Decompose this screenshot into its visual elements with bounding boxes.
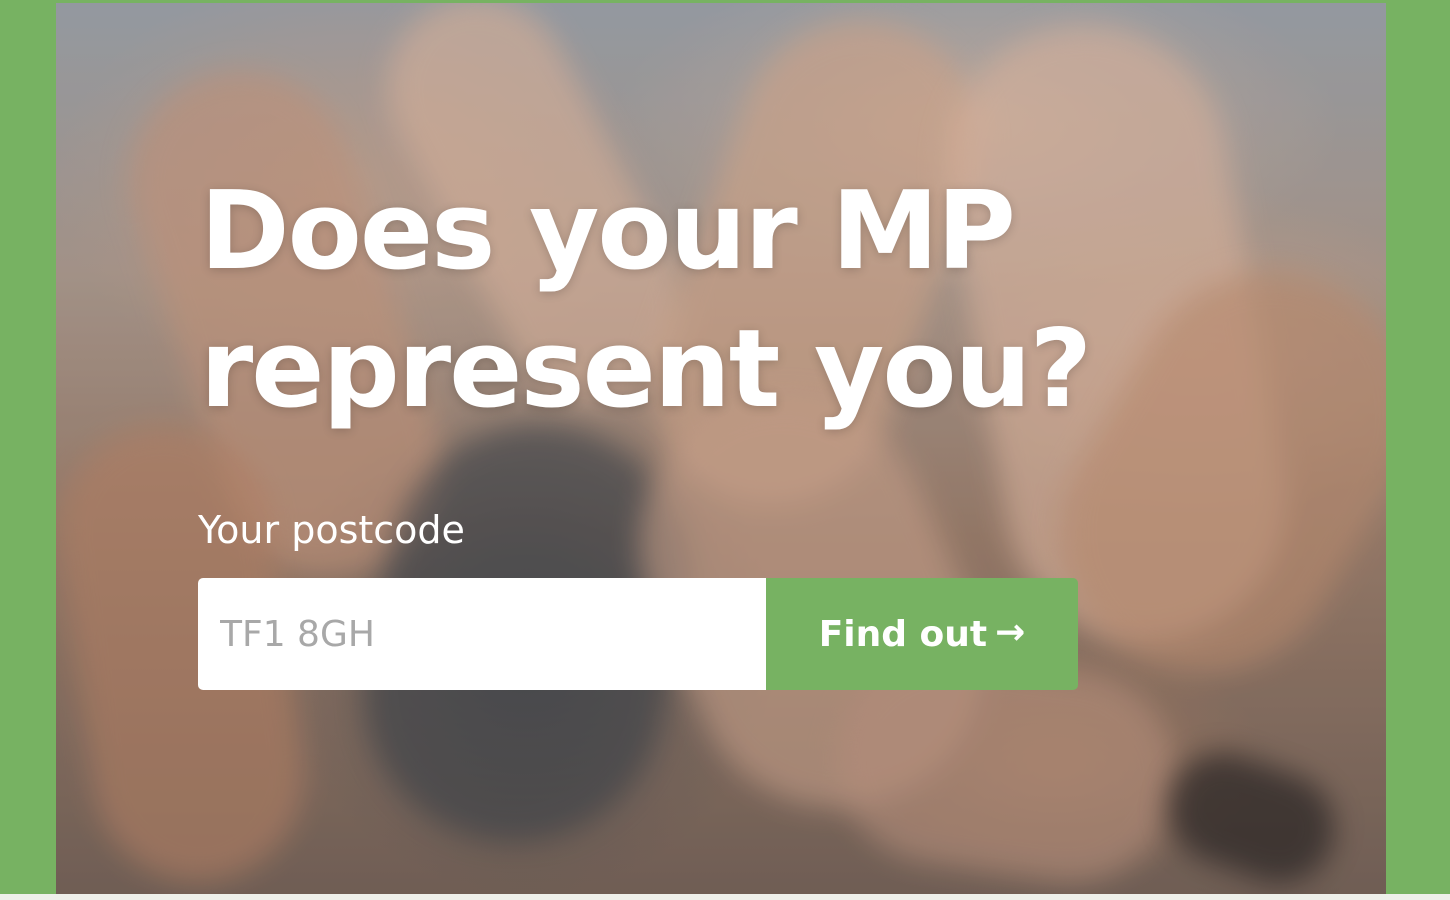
- find-out-button[interactable]: Find out →: [766, 578, 1078, 690]
- postcode-label: Your postcode: [198, 508, 465, 552]
- hero-banner: Does your MP represent you? Your postcod…: [56, 3, 1386, 894]
- postcode-input[interactable]: [198, 578, 766, 690]
- hero-image-overlay: [56, 3, 1386, 894]
- find-out-button-label: Find out: [818, 613, 988, 655]
- postcode-search-form: Find out →: [198, 578, 1078, 690]
- page: Does your MP represent you? Your postcod…: [0, 0, 1450, 900]
- hero-headline: Does your MP represent you?: [200, 169, 1092, 432]
- right-arrow-icon: →: [995, 612, 1026, 653]
- page-bottom-strip: [0, 894, 1450, 900]
